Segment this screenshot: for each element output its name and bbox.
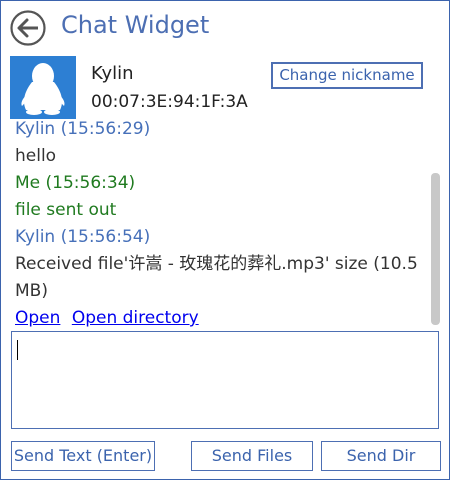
send-text-button[interactable]: Send Text (Enter) [11, 441, 155, 471]
chat-window: Chat Widget Kylin 00:07:3E:94:1F:3A Chan… [0, 0, 450, 480]
message-input[interactable] [11, 331, 439, 429]
file-links: Open Open directory [15, 305, 425, 328]
back-arrow-icon[interactable] [9, 9, 47, 47]
text-caret [17, 340, 18, 360]
change-nickname-button[interactable]: Change nickname [271, 62, 423, 89]
contact-mac-address: 00:07:3E:94:1F:3A [91, 92, 248, 112]
title-bar: Chat Widget [1, 1, 449, 53]
window-title: Chat Widget [61, 11, 210, 39]
chat-log[interactable]: Kylin (15:56:29) hello Me (15:56:34) fil… [15, 116, 425, 328]
message-header: Kylin (15:56:54) [15, 227, 151, 247]
open-directory-link[interactable]: Open directory [72, 308, 199, 328]
message-text: hello [15, 146, 57, 166]
message-header: Me (15:56:34) [15, 173, 136, 193]
open-file-link[interactable]: Open [15, 308, 60, 328]
contact-nickname: Kylin [91, 63, 134, 84]
chat-scrollbar[interactable] [431, 173, 440, 325]
penguin-avatar-icon [10, 56, 76, 119]
message-header: Kylin (15:56:29) [15, 119, 151, 139]
message-text: file sent out [15, 200, 117, 220]
message-text: Received file'许嵩 - 玫瑰花的葬礼.mp3' size (10.… [15, 254, 418, 301]
send-files-button[interactable]: Send Files [191, 441, 313, 471]
send-dir-button[interactable]: Send Dir [321, 441, 441, 471]
